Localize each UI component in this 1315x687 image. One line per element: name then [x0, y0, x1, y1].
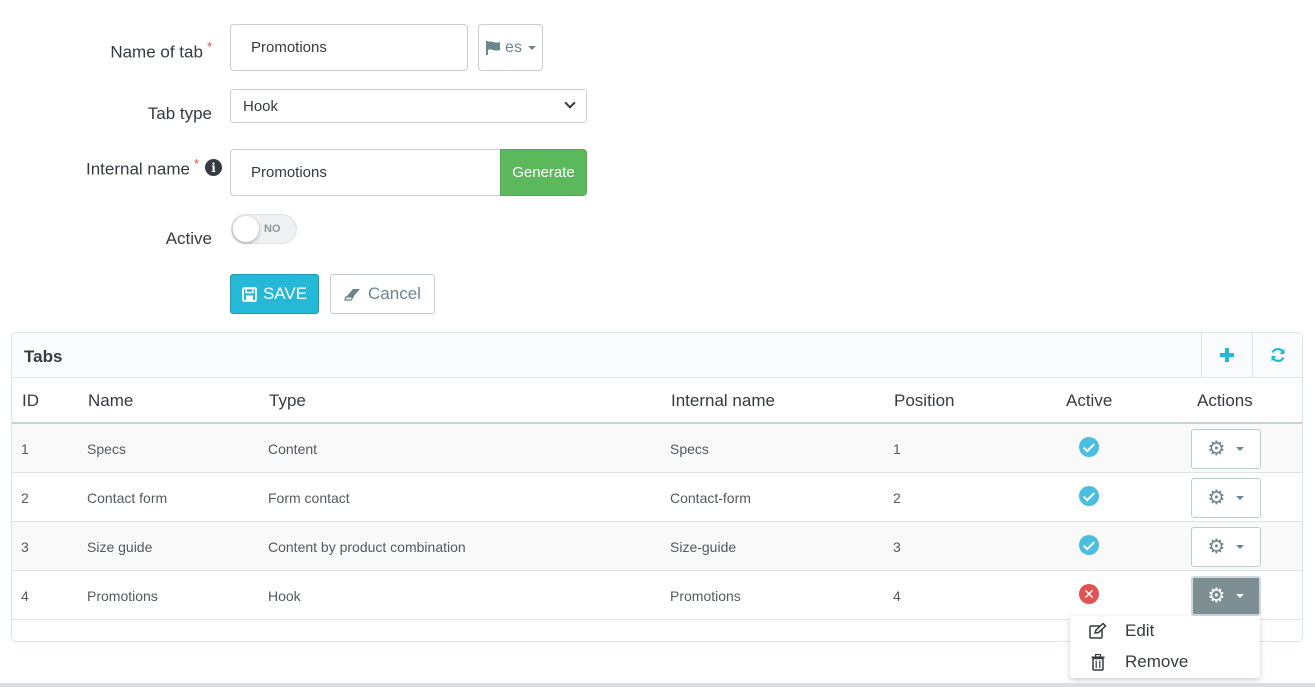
cell-position: 4 [893, 588, 901, 604]
required-marker: * [193, 156, 199, 171]
caret-down-icon [1236, 496, 1245, 500]
flag-icon [486, 40, 501, 55]
cell-internal-name: Promotions [670, 588, 741, 604]
active-check-icon[interactable] [1079, 535, 1099, 555]
info-icon[interactable]: i [205, 159, 222, 177]
column-header-actions: Actions [1197, 391, 1253, 410]
gear-icon: ⚙ [1207, 536, 1226, 558]
row-actions-button-open[interactable]: ⚙ [1191, 576, 1261, 616]
trash-icon [1070, 653, 1125, 671]
cell-position: 1 [893, 441, 901, 457]
generate-button[interactable]: Generate [500, 149, 587, 196]
refresh-button[interactable] [1252, 333, 1303, 377]
toggle-state-text: NO [264, 223, 281, 235]
column-header-active[interactable]: Active [1066, 391, 1112, 411]
cell-id: 3 [21, 539, 29, 555]
table-row[interactable]: 1 Specs Content Specs 1 ⚙ [12, 424, 1302, 473]
cell-internal-name: Size-guide [670, 539, 737, 555]
cell-internal-name: Contact-form [670, 490, 751, 506]
internal-name-label-group: Internal name * i [0, 156, 222, 180]
remove-label: Remove [1125, 652, 1189, 671]
tab-type-select[interactable]: Hook [230, 89, 587, 123]
cell-id: 2 [21, 490, 29, 506]
cell-type: Hook [268, 588, 301, 604]
column-header-position[interactable]: Position [894, 391, 954, 411]
cell-type: Content by product combination [268, 539, 466, 555]
caret-down-icon [527, 45, 536, 50]
cell-position: 2 [893, 490, 901, 506]
inactive-cross-icon[interactable]: ✕ [1079, 584, 1099, 604]
cancel-label: Cancel [368, 284, 421, 303]
name-of-tab-value: Promotions [251, 39, 327, 56]
tab-type-label: Tab type [147, 104, 212, 123]
cell-name: Size guide [87, 539, 153, 555]
menu-item-remove[interactable]: Remove [1070, 647, 1260, 677]
table-row[interactable]: 4 Promotions Hook Promotions 4 ✕ ⚙ [12, 571, 1302, 620]
toggle-knob [233, 216, 259, 242]
edit-icon [1070, 623, 1125, 639]
cell-name: Promotions [87, 588, 158, 604]
column-header-type[interactable]: Type [269, 391, 306, 411]
menu-item-edit[interactable]: Edit [1070, 616, 1260, 646]
caret-down-icon [1236, 594, 1245, 598]
add-tab-button[interactable] [1201, 333, 1252, 377]
required-marker: * [206, 39, 212, 54]
tabs-panel: Tabs ID Name Type Internal name Position… [11, 332, 1303, 642]
gear-icon: ⚙ [1207, 487, 1226, 509]
cell-id: 1 [21, 441, 29, 457]
floppy-disk-icon [242, 286, 257, 302]
chevron-down-icon [564, 97, 576, 109]
cell-position: 3 [893, 539, 901, 555]
caret-down-icon [1236, 545, 1245, 549]
gear-icon: ⚙ [1207, 585, 1226, 607]
gear-icon: ⚙ [1207, 438, 1226, 460]
language-code: es [505, 38, 522, 56]
save-button[interactable]: SAVE [230, 274, 319, 314]
tab-type-value: Hook [243, 97, 279, 115]
caret-down-icon [1236, 447, 1245, 451]
internal-name-value: Promotions [251, 164, 327, 181]
cell-type: Form contact [268, 490, 350, 506]
cell-id: 4 [21, 588, 29, 604]
active-label: Active [165, 229, 212, 248]
page-bottom-divider [0, 683, 1315, 687]
eraser-icon [344, 289, 361, 301]
column-header-name[interactable]: Name [88, 391, 133, 411]
cell-type: Content [268, 441, 318, 457]
row-actions-button[interactable]: ⚙ [1191, 527, 1261, 567]
panel-header: Tabs [12, 333, 1302, 378]
internal-name-input[interactable]: Promotions [230, 149, 501, 196]
column-header-id[interactable]: ID [22, 391, 39, 411]
cell-name: Contact form [87, 490, 168, 506]
plus-icon [1220, 348, 1234, 362]
edit-label: Edit [1125, 621, 1155, 640]
row-actions-button[interactable]: ⚙ [1191, 429, 1261, 469]
language-dropdown-button[interactable]: es [478, 24, 543, 71]
active-toggle[interactable]: NO [231, 214, 297, 244]
refresh-icon [1271, 348, 1285, 362]
table-row[interactable]: 2 Contact form Form contact Contact-form… [12, 473, 1302, 522]
save-label: SAVE [262, 284, 308, 303]
name-of-tab-label: Name of tab * [110, 39, 212, 62]
active-check-icon[interactable] [1079, 486, 1099, 506]
cell-name: Specs [87, 441, 126, 457]
cancel-button[interactable]: Cancel [330, 274, 435, 314]
column-header-internal-name[interactable]: Internal name [671, 391, 775, 411]
cell-internal-name: Specs [670, 441, 709, 457]
row-actions-button[interactable]: ⚙ [1191, 478, 1261, 518]
panel-title: Tabs [24, 347, 63, 366]
active-check-icon[interactable] [1079, 437, 1099, 457]
name-of-tab-input[interactable]: Promotions [230, 24, 468, 71]
internal-name-label: Internal name * [85, 156, 199, 179]
table-row[interactable]: 3 Size guide Content by product combinat… [12, 522, 1302, 571]
row-actions-menu: Edit Remove [1070, 616, 1260, 678]
